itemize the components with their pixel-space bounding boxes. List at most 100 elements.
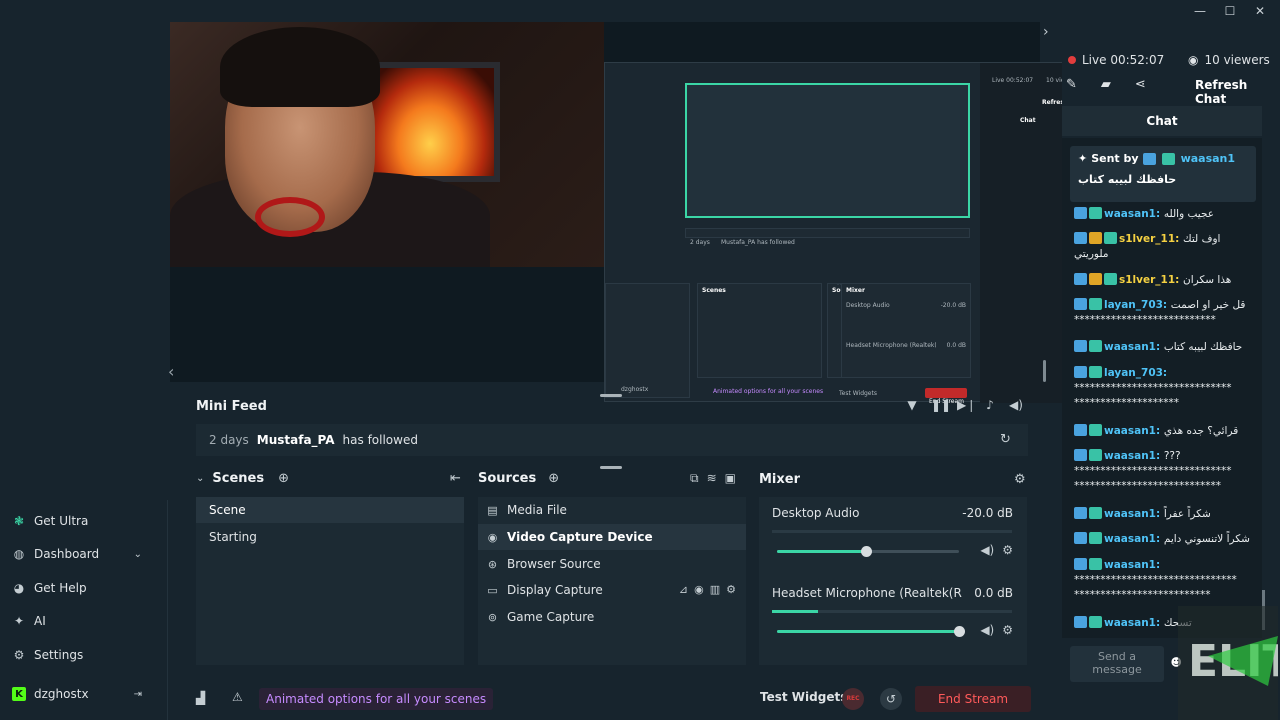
gear-icon[interactable]: ⚙ [726, 577, 736, 603]
feed-action: has followed [342, 433, 418, 447]
chat-username[interactable]: s1lver_11: [1119, 274, 1183, 286]
add-scene-icon[interactable]: ⊕ [278, 471, 289, 486]
folder-icon[interactable]: ▣ [725, 471, 736, 486]
source-label: Browser Source [507, 557, 601, 571]
source-item-media-file[interactable]: ▤ Media File [478, 497, 746, 523]
chat-username[interactable]: waasan1: [1104, 450, 1164, 462]
audio-source-icon[interactable]: ≋ [707, 471, 717, 486]
volume-slider-knob[interactable] [954, 626, 965, 637]
promo-pill[interactable]: Animated options for all your scenes [259, 688, 494, 710]
chat-message[interactable]: waasan1: حافظك لبيبه كتاب [1074, 340, 1254, 355]
replay-buffer-icon[interactable]: ↺ [880, 688, 902, 710]
scene-item[interactable]: Starting [196, 524, 464, 550]
pinned-message[interactable]: ✦ Sent by waasan1 حافظك لبيبه كتاب [1070, 146, 1256, 202]
logout-icon[interactable]: ⇥ [134, 689, 142, 700]
chat-username[interactable]: layan_703: [1104, 299, 1171, 311]
source-layout-icon[interactable]: ⧉ [690, 471, 699, 486]
nested-chat-title: Chat [1020, 117, 1036, 124]
gear-icon[interactable]: ⚙ [1002, 543, 1013, 557]
bell-icon[interactable]: ♪ [983, 398, 997, 412]
chat-username[interactable]: waasan1: [1104, 208, 1164, 220]
chat-send-placeholder: Send a message [1092, 650, 1142, 676]
clip-icon[interactable]: ▰ [1101, 77, 1111, 92]
ai-sparkle-icon: ✦ [13, 614, 25, 628]
chat-message[interactable]: s1lver_11: اوف لتك ملوريتي [1074, 232, 1254, 262]
volume-slider[interactable] [777, 626, 965, 637]
close-button[interactable]: ✕ [1254, 5, 1266, 17]
eye-icon[interactable]: ◉ [694, 577, 704, 603]
skip-icon[interactable]: ▶❘ [957, 398, 976, 412]
refresh-icon[interactable]: ↻ [1000, 432, 1011, 447]
pinned-user[interactable]: waasan1 [1181, 152, 1235, 165]
sidebar-item-get-help[interactable]: ◕ Get Help [12, 581, 87, 595]
volume-meter [772, 530, 1012, 533]
stream-preview[interactable]: 2 days Mustafa_PA has followed dzghostx … [170, 22, 1086, 405]
sidebar-item-settings[interactable]: ⚙ Settings [12, 648, 84, 662]
chat-message[interactable]: s1lver_11: هذا سكران [1074, 273, 1254, 288]
trash-icon[interactable]: ▥ [710, 577, 720, 603]
alert-icon[interactable]: ⚠ [232, 690, 243, 704]
test-widgets-button[interactable]: Test Widgets [760, 690, 847, 704]
sidebar-item-account[interactable]: K dzghostx ⇥ [12, 687, 156, 701]
filter-icon[interactable]: ▼ [905, 398, 919, 412]
volume-icon[interactable]: ◀) [1009, 398, 1023, 412]
source-item-browser[interactable]: ⊛ Browser Source [478, 551, 746, 577]
source-item-game-capture[interactable]: ⊚ Game Capture [478, 604, 746, 630]
sidebar-item-label: dzghostx [34, 687, 89, 701]
mixer-gear-icon[interactable]: ⚙ [1014, 472, 1026, 487]
speaker-icon[interactable]: ◀) [980, 543, 994, 557]
share-icon[interactable]: ⋖ [1135, 77, 1146, 92]
edit-icon[interactable]: ✎ [1066, 77, 1077, 92]
chat-message[interactable]: waasan1: عجيب والله [1074, 207, 1254, 222]
dock-resize-handle[interactable] [600, 466, 622, 469]
sidebar-item-get-ultra[interactable]: ❃ Get Ultra [12, 514, 88, 528]
badge-icon [1089, 532, 1102, 544]
maximize-button[interactable]: ☐ [1224, 5, 1236, 17]
unlock-icon[interactable]: ⊿ [679, 577, 688, 603]
nested-feed-row: 2 days Mustafa_PA has followed [685, 228, 970, 246]
collapse-left-icon[interactable]: ‹ [168, 362, 174, 381]
chat-username[interactable]: waasan1: [1104, 341, 1164, 353]
chat-message[interactable]: layan_703: قل خير او اصمت **************… [1074, 298, 1254, 328]
mixer-channel-label: Headset Microphone (Realtek(R) A... [772, 586, 962, 600]
nested-feed-user: Mustafa_PA has followed [720, 239, 795, 246]
chat-username[interactable]: s1lver_11: [1119, 233, 1183, 245]
gear-icon[interactable]: ⚙ [1002, 623, 1013, 637]
source-item-video-capture[interactable]: ◉ Video Capture Device [478, 524, 746, 550]
refresh-chat-button[interactable]: Refresh Chat [1195, 78, 1280, 106]
live-timer: Live 00:52:07 [1082, 53, 1165, 67]
minimize-button[interactable]: — [1194, 5, 1206, 17]
chat-username[interactable]: waasan1: [1104, 508, 1164, 520]
chat-username[interactable]: waasan1: [1104, 559, 1160, 571]
pause-icon[interactable]: ❚❚ [931, 398, 951, 412]
resize-handle[interactable] [600, 394, 622, 397]
chat-message[interactable]: waasan1: شكراً لاتنسوني دايم [1074, 532, 1254, 547]
chevron-right-icon[interactable]: › [1043, 24, 1049, 40]
record-button[interactable]: REC [842, 688, 864, 710]
volume-slider[interactable] [777, 546, 959, 557]
chat-username[interactable]: layan_703: [1104, 367, 1167, 379]
sources-header: Sources ⊕ [478, 471, 559, 486]
sidebar-item-dashboard[interactable]: ◍ Dashboard ⌄ [12, 547, 156, 561]
volume-slider-knob[interactable] [861, 546, 873, 557]
chat-message[interactable]: waasan1: ??? ***************************… [1074, 449, 1254, 494]
chat-text: هذا سكران [1183, 274, 1232, 286]
stats-icon[interactable]: ▟ [196, 691, 205, 705]
speaker-icon[interactable]: ◀) [980, 623, 994, 637]
scene-item[interactable]: Scene [196, 497, 464, 523]
chat-username[interactable]: waasan1: [1104, 425, 1164, 437]
add-source-icon[interactable]: ⊕ [548, 471, 559, 486]
collapse-scenes-icon[interactable]: ⌄ [196, 473, 204, 484]
sidebar-item-ai[interactable]: ✦ AI [12, 614, 46, 628]
chat-message[interactable]: waasan1: شكراً عفراً [1074, 507, 1254, 522]
chat-message[interactable]: waasan1: قرائي؟ جده هذي [1074, 424, 1254, 439]
chat-username[interactable]: waasan1: [1104, 533, 1164, 545]
chat-text: عجيب والله [1163, 208, 1214, 220]
source-item-display-capture[interactable]: ▭ Display Capture ⊿ ◉ ▥ ⚙ [478, 577, 746, 603]
scene-transition-icon[interactable]: ⇤ [450, 471, 461, 486]
end-stream-button[interactable]: End Stream [915, 686, 1031, 712]
preview-scrollbar[interactable] [1043, 360, 1046, 382]
nested-left-nav: dzghostx [605, 283, 690, 398]
chat-message[interactable]: layan_703: *****************************… [1074, 366, 1254, 411]
feed-user[interactable]: Mustafa_PA [257, 433, 335, 447]
